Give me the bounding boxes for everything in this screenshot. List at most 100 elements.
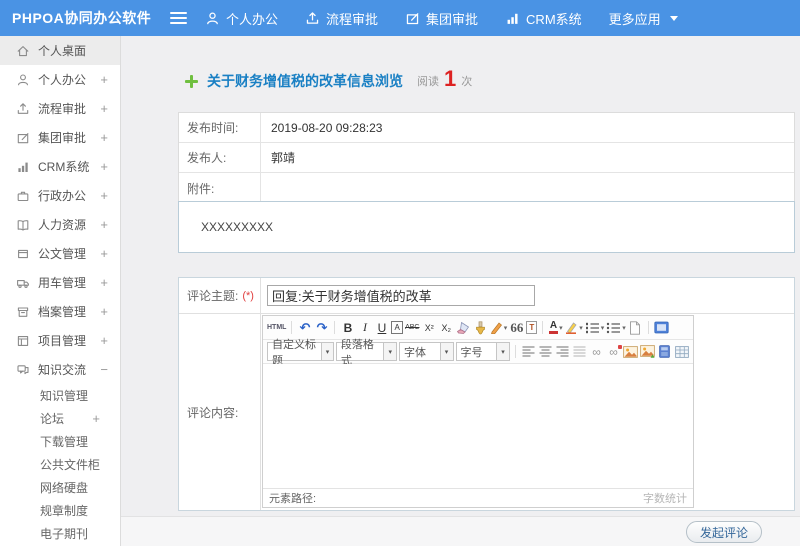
- underline-button[interactable]: U: [374, 319, 389, 337]
- fullscreen-icon[interactable]: [654, 319, 669, 337]
- nav-group-approval[interactable]: 集团审批: [405, 9, 478, 28]
- comment-content-row: 评论内容: HTML ↶ ↷ B I U A ABC X² X₂ ▾ 66 T …: [179, 314, 794, 510]
- publisher-value: 郭靖: [271, 151, 296, 165]
- attachment-value: [261, 173, 794, 203]
- read-unit: 次: [461, 76, 473, 88]
- upload-flow-icon: [305, 11, 320, 26]
- expand-plus-icon[interactable]: +: [100, 333, 108, 348]
- sidebar-item-label: 人力资源: [38, 218, 87, 232]
- nav-crm-system[interactable]: CRM系统: [505, 9, 582, 28]
- editor-content-area[interactable]: [263, 364, 693, 488]
- paragraph-format-select[interactable]: 段落格式 ▾: [335, 339, 398, 367]
- sidebar-item-vehicle-management[interactable]: 用车管理 +: [0, 268, 120, 297]
- sidebar-subitem-e-journal[interactable]: 电子期刊: [0, 522, 120, 545]
- sidebar-subitem-download-management[interactable]: 下载管理: [0, 430, 120, 453]
- new-document-icon[interactable]: [628, 319, 643, 337]
- nav-label: 集团审批: [426, 11, 479, 27]
- redo-button[interactable]: ↷: [314, 319, 329, 337]
- sidebar-subitem-rules-regulations[interactable]: 规章制度: [0, 499, 120, 522]
- sidebar-subitem-public-file-cabinet[interactable]: 公共文件柜: [0, 453, 120, 476]
- briefcase-icon: [16, 189, 30, 203]
- sidebar-item-workflow-approval[interactable]: 流程审批 +: [0, 94, 120, 123]
- insert-media-icon[interactable]: [657, 343, 672, 361]
- attachment-label: 附件:: [179, 173, 261, 203]
- article-content-box: XXXXXXXXX: [178, 201, 795, 253]
- sidebar-item-project-management[interactable]: 项目管理 +: [0, 326, 120, 355]
- comment-subject-input[interactable]: [267, 285, 535, 306]
- font-size-select[interactable]: 字号 ▾: [455, 342, 511, 361]
- scrawl-image-icon[interactable]: [640, 343, 655, 361]
- paste-plain-text-button[interactable]: T: [526, 321, 538, 334]
- font-family-select[interactable]: 字体 ▾: [399, 342, 454, 361]
- collapse-minus-icon[interactable]: −: [100, 362, 108, 377]
- sidebar-item-crm-system[interactable]: CRM系统 +: [0, 152, 120, 181]
- sidebar-item-document-management[interactable]: 公文管理 +: [0, 239, 120, 268]
- editor-toolbar-row1: HTML ↶ ↷ B I U A ABC X² X₂ ▾ 66 T A ▾ ▾ …: [263, 316, 693, 340]
- expand-plus-icon[interactable]: +: [100, 246, 108, 261]
- user-icon: [16, 73, 30, 87]
- expand-plus-icon[interactable]: +: [100, 72, 108, 87]
- chevron-down-icon: ▾: [383, 343, 397, 360]
- sidebar-item-admin-office[interactable]: 行政办公 +: [0, 181, 120, 210]
- insert-table-icon[interactable]: [674, 343, 689, 361]
- remove-link-icon[interactable]: ∞: [606, 343, 622, 361]
- html-source-button[interactable]: HTML: [267, 319, 286, 337]
- element-path-label: 元素路径:: [269, 493, 317, 505]
- chevron-down-icon: ▾: [496, 343, 510, 360]
- font-color-button[interactable]: A ▾: [548, 319, 563, 337]
- font-border-button[interactable]: A: [391, 321, 403, 334]
- sidebar-item-human-resources[interactable]: 人力资源 +: [0, 210, 120, 239]
- hamburger-menu-icon[interactable]: [170, 12, 187, 25]
- expand-plus-icon[interactable]: +: [92, 411, 100, 426]
- required-mark: (*): [242, 289, 254, 302]
- strikethrough-button[interactable]: ABC: [405, 319, 420, 337]
- expand-plus-icon[interactable]: +: [100, 101, 108, 116]
- marker-pen-icon[interactable]: ▾: [490, 319, 507, 337]
- clear-format-eraser-icon[interactable]: [456, 319, 471, 337]
- unordered-list-icon[interactable]: ▾: [606, 319, 626, 337]
- blockquote-button[interactable]: 66: [509, 319, 524, 337]
- highlight-color-icon[interactable]: ▾: [565, 319, 583, 337]
- sidebar-item-personal-desktop[interactable]: 个人桌面: [0, 36, 120, 65]
- comment-content-label-cell: 评论内容:: [179, 314, 261, 510]
- sidebar-item-archive-management[interactable]: 档案管理 +: [0, 297, 120, 326]
- align-justify-icon[interactable]: [572, 343, 587, 361]
- home-icon: [16, 44, 30, 58]
- insert-image-icon[interactable]: [623, 343, 638, 361]
- nav-more-apps[interactable]: 更多应用: [609, 9, 678, 28]
- sidebar-item-label: 公文管理: [38, 247, 87, 261]
- align-right-icon[interactable]: [555, 343, 570, 361]
- sidebar-subitem-knowledge-management[interactable]: 知识管理: [0, 384, 120, 407]
- bold-button[interactable]: B: [340, 319, 355, 337]
- sidebar-item-knowledge-exchange[interactable]: 知识交流 −: [0, 355, 120, 384]
- sidebar-item-personal-office[interactable]: 个人办公 +: [0, 65, 120, 94]
- nav-personal-office[interactable]: 个人办公: [205, 9, 278, 28]
- expand-plus-icon[interactable]: +: [100, 188, 108, 203]
- undo-button[interactable]: ↶: [297, 319, 312, 337]
- format-painter-brush-icon[interactable]: [473, 319, 488, 337]
- align-center-icon[interactable]: [538, 343, 553, 361]
- sidebar-item-group-approval[interactable]: 集团审批 +: [0, 123, 120, 152]
- expand-plus-icon[interactable]: +: [100, 275, 108, 290]
- subscript-button[interactable]: X₂: [439, 319, 454, 337]
- nav-workflow-approval[interactable]: 流程审批: [305, 9, 378, 28]
- custom-title-select[interactable]: 自定义标题 ▾: [267, 339, 334, 367]
- sidebar-subitem-forum[interactable]: 论坛 +: [0, 407, 120, 430]
- rich-text-editor: HTML ↶ ↷ B I U A ABC X² X₂ ▾ 66 T A ▾ ▾ …: [262, 315, 694, 508]
- nav-label: 流程审批: [326, 11, 379, 27]
- expand-plus-icon[interactable]: +: [100, 217, 108, 232]
- expand-plus-icon[interactable]: +: [100, 159, 108, 174]
- expand-plus-icon[interactable]: +: [100, 130, 108, 145]
- ordered-list-icon[interactable]: ▾: [585, 319, 604, 337]
- read-count: 1: [444, 66, 457, 91]
- expand-plus-icon[interactable]: +: [100, 304, 108, 319]
- footer-bar: 发起评论: [121, 516, 800, 546]
- submit-comment-button[interactable]: 发起评论: [685, 521, 762, 543]
- sidebar-subitem-network-drive[interactable]: 网络硬盘: [0, 476, 120, 499]
- italic-button[interactable]: I: [357, 319, 372, 337]
- align-left-icon[interactable]: [521, 343, 536, 361]
- comment-subject-row: 评论主题: (*): [179, 278, 794, 314]
- comment-subject-cell: [261, 278, 794, 313]
- superscript-button[interactable]: X²: [422, 319, 437, 337]
- insert-link-icon[interactable]: ∞: [589, 343, 604, 361]
